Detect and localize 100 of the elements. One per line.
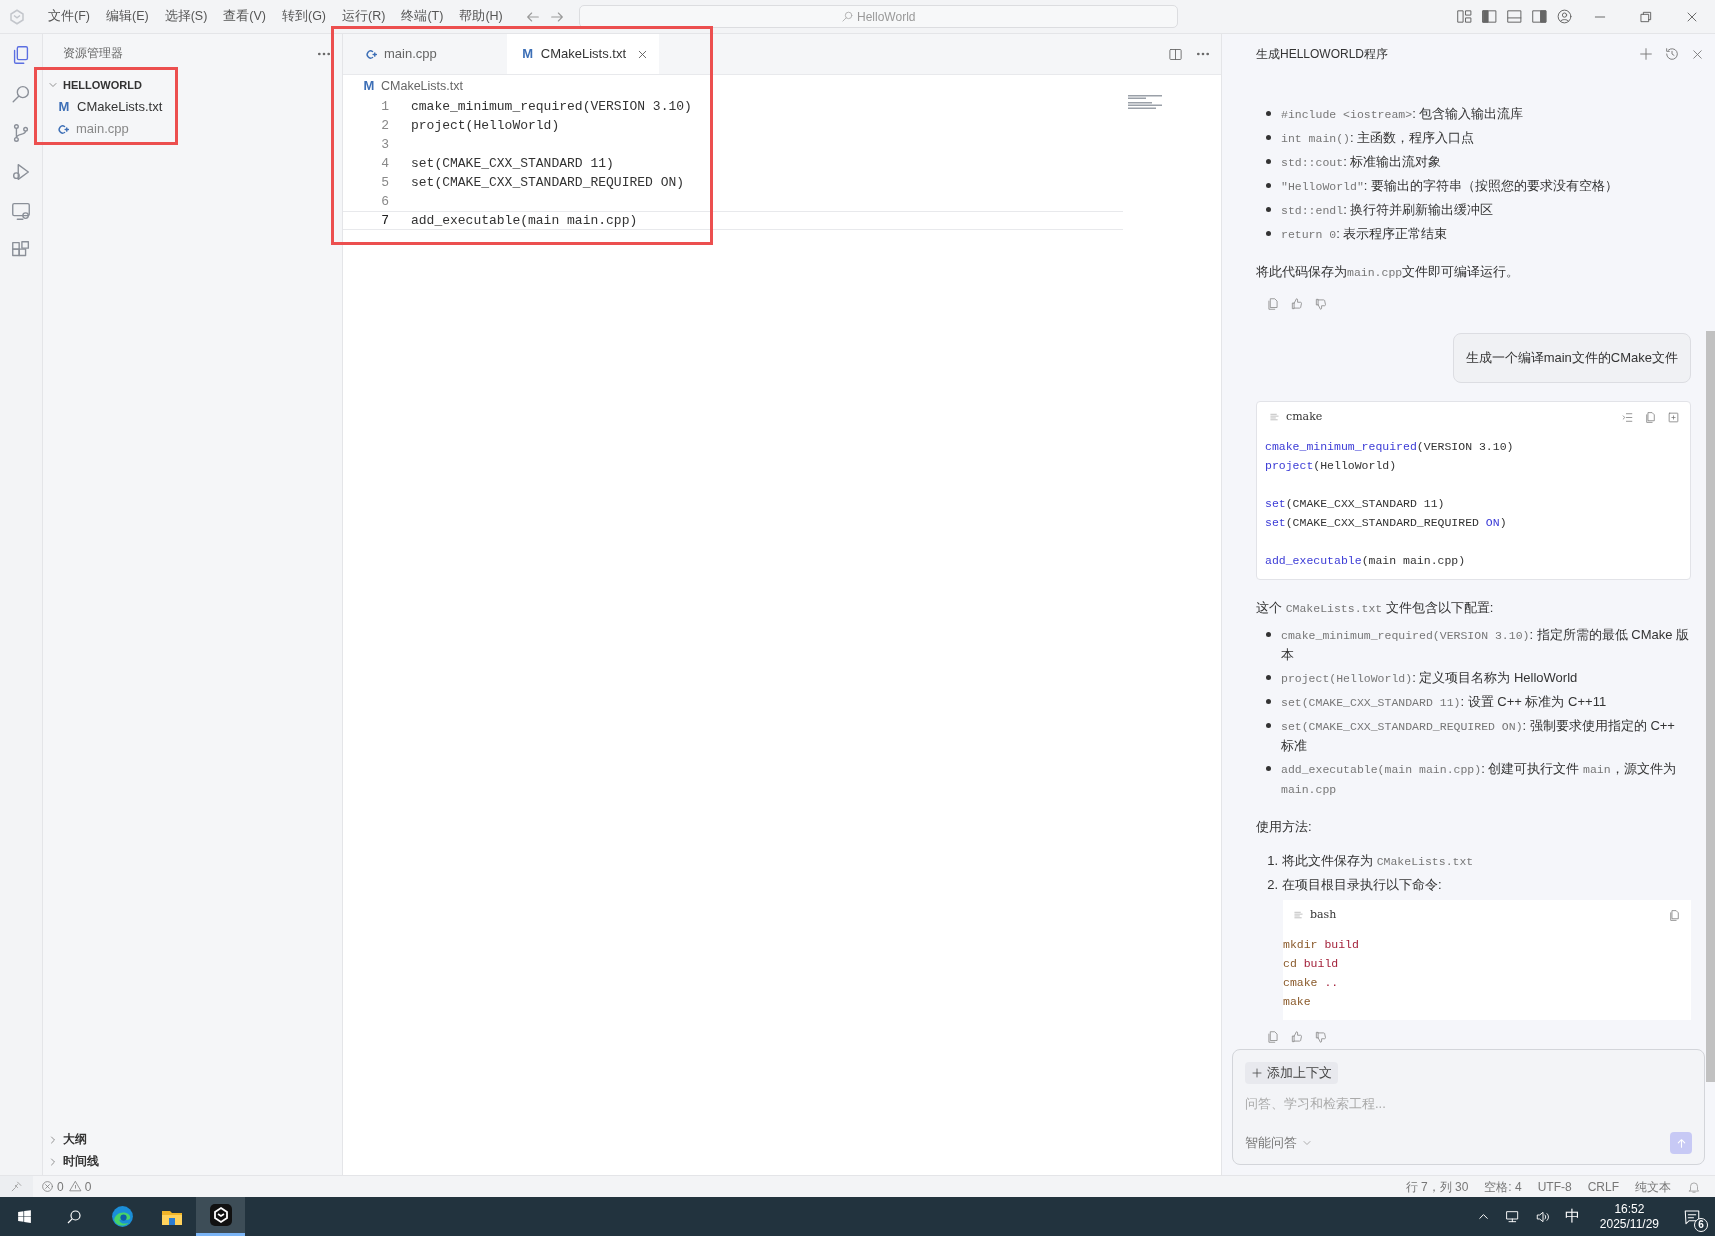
clock[interactable]: 16:52 2025/11/29: [1599, 1201, 1659, 1232]
code-line: set(CMAKE_CXX_STANDARD_REQUIRED ON): [1265, 515, 1507, 532]
breadcrumb[interactable]: M CMakeLists.txt: [343, 75, 1221, 97]
bullet-icon: [1266, 183, 1271, 188]
status-item[interactable]: UTF-8: [1537, 1177, 1572, 1196]
account-icon[interactable]: [1556, 8, 1573, 25]
status-item[interactable]: 空格: 4: [1484, 1177, 1522, 1196]
copy-icon[interactable]: [1266, 1029, 1280, 1044]
section-header[interactable]: 时间线: [43, 1151, 342, 1173]
wrap-icon[interactable]: [1621, 411, 1634, 424]
code-line: set(CMAKE_CXX_STANDARD_REQUIRED ON): [411, 173, 685, 192]
add-context-button[interactable]: 添加上下文: [1245, 1062, 1338, 1084]
notification-count: 6: [1694, 1217, 1708, 1232]
list-item: project(HelloWorld): 定义项目名称为 HelloWorld: [1281, 668, 1578, 687]
list-item: set(CMAKE_CXX_STANDARD 11): 设置 C++ 标准为 C++11: [1281, 692, 1607, 711]
mode-dropdown[interactable]: 智能问答: [1245, 1133, 1313, 1153]
list-item: #include <iostream>: 包含输入输出流库: [1281, 105, 1524, 123]
menu-item[interactable]: 帮助(H): [451, 2, 511, 31]
menu-item[interactable]: 转到(G): [274, 2, 335, 31]
line-number: 5: [380, 173, 390, 192]
list-number: 2.: [1266, 875, 1279, 894]
file-type-icon: M: [362, 76, 376, 96]
windows-start-icon: [16, 1208, 33, 1225]
sidebar-toggle-icon[interactable]: [1481, 8, 1498, 25]
menu-item[interactable]: 终端(T): [393, 2, 452, 31]
editor-tab[interactable]: main.cpp: [343, 34, 507, 74]
file-item[interactable]: M CMakeLists.txt: [43, 96, 342, 118]
network-icon[interactable]: [1504, 1208, 1521, 1225]
sidebar-title: 资源管理器: [63, 46, 123, 62]
panel-title: 生成HELLOWORLD程序: [1256, 46, 1389, 63]
code-line: project(HelloWorld): [1265, 458, 1397, 475]
input-method-button[interactable]: 中: [1564, 1205, 1580, 1228]
line-number: 6: [380, 192, 390, 211]
thumbs-up-icon[interactable]: [1290, 1029, 1304, 1044]
copy-icon[interactable]: [1668, 909, 1681, 922]
thumbs-down-icon[interactable]: [1314, 297, 1328, 311]
list-number: 1.: [1266, 851, 1279, 870]
new-chat-icon[interactable]: [1638, 46, 1654, 62]
list-item: set(CMAKE_CXX_STANDARD_REQUIRED ON): 强制要求使用指定的 C++ 标准: [1281, 716, 1676, 755]
code-line: cd build: [1283, 956, 1339, 973]
bullet-icon: [1266, 674, 1271, 680]
menu-item[interactable]: 查看(V): [215, 2, 274, 31]
copy-icon[interactable]: [1644, 411, 1657, 424]
list-item: return 0: 表示程序正常结束: [1281, 225, 1448, 243]
secondary-sidebar-icon[interactable]: [1531, 8, 1548, 25]
browser-icon: [110, 1204, 135, 1229]
panel-toggle-icon[interactable]: [1506, 8, 1523, 25]
copy-icon[interactable]: [1266, 297, 1280, 311]
menu-item[interactable]: 文件(F): [40, 2, 98, 31]
thumbs-down-icon[interactable]: [1314, 1029, 1328, 1044]
bullet-icon: [1266, 111, 1271, 116]
run-debug-icon[interactable]: [10, 161, 32, 183]
menu-item[interactable]: 编辑(E): [97, 2, 157, 31]
paragraph: 这个 CMakeLists.txt 文件包含以下配置:: [1256, 598, 1495, 617]
warning-icon: [68, 1180, 82, 1193]
list-item: "HelloWorld": 要输出的字符串（按照您的要求没有空格）: [1281, 177, 1619, 195]
code-line: cmake ..: [1283, 975, 1339, 992]
notifications-icon[interactable]: [1687, 1179, 1701, 1194]
search-icon[interactable]: [10, 83, 32, 105]
bullet-icon: [1266, 135, 1271, 140]
code-lines-icon: [1293, 910, 1304, 921]
status-item[interactable]: CRLF: [1587, 1177, 1619, 1196]
bullet-icon: [1266, 231, 1271, 236]
folder-row[interactable]: HELLOWORLD: [43, 74, 342, 96]
list-item: std::endl: 换行符并刷新输出缓冲区: [1281, 201, 1494, 219]
file-type-icon: M: [57, 97, 71, 117]
status-item[interactable]: 行 7，列 30: [1405, 1177, 1469, 1196]
code-line: set(CMAKE_CXX_STANDARD 11): [411, 154, 614, 173]
list-item: cmake_minimum_required(VERSION 3.10): 指定所需的最低 CMake 版本: [1281, 625, 1691, 664]
remote-monitor-icon[interactable]: [10, 200, 32, 222]
user-message: 生成一个编译main文件的CMake文件: [1452, 333, 1691, 383]
history-icon[interactable]: [1664, 46, 1680, 62]
bullet-icon: [1266, 765, 1271, 771]
editor-tab[interactable]: M CMakeLists.txt: [506, 34, 659, 74]
thumbs-up-icon[interactable]: [1290, 297, 1304, 311]
file-type-icon: [365, 47, 378, 61]
error-icon: [41, 1180, 54, 1193]
bullet-icon: [1266, 159, 1271, 164]
line-number: 2: [380, 116, 390, 135]
code-line: add_executable(main main.cpp): [411, 211, 638, 230]
chat-input-field[interactable]: 问答、学习和检索工程...: [1245, 1094, 1692, 1114]
menu-item[interactable]: 运行(R): [334, 2, 394, 31]
line-number: 3: [380, 135, 390, 154]
scrollbar-thumb[interactable]: [1706, 331, 1715, 1082]
status-item[interactable]: 纯文本: [1635, 1177, 1671, 1196]
menu-item[interactable]: 选择(S): [156, 2, 216, 31]
plus-icon: [1251, 1067, 1263, 1079]
section-header[interactable]: 大纲: [43, 1129, 342, 1151]
insert-icon[interactable]: [1667, 411, 1680, 424]
code-line: mkdir build: [1283, 937, 1359, 954]
list-item: int main(): 主函数，程序入口点: [1281, 129, 1475, 147]
code-line: add_executable(main main.cpp): [1265, 553, 1466, 570]
layout-icon[interactable]: [1456, 8, 1473, 25]
problems-button[interactable]: 0 0: [41, 1177, 92, 1196]
code-line: set(CMAKE_CXX_STANDARD 11): [1265, 496, 1445, 513]
taskbar-button[interactable]: [196, 1197, 245, 1236]
list-item: add_executable(main main.cpp): 创建可执行文件 main，源文件为 main.cpp: [1281, 759, 1677, 798]
list-item: 在项目根目录执行以下命令:: [1282, 875, 1442, 894]
split-editor-icon[interactable]: [1168, 46, 1183, 62]
notifications-button[interactable]: 6: [1679, 1203, 1705, 1230]
